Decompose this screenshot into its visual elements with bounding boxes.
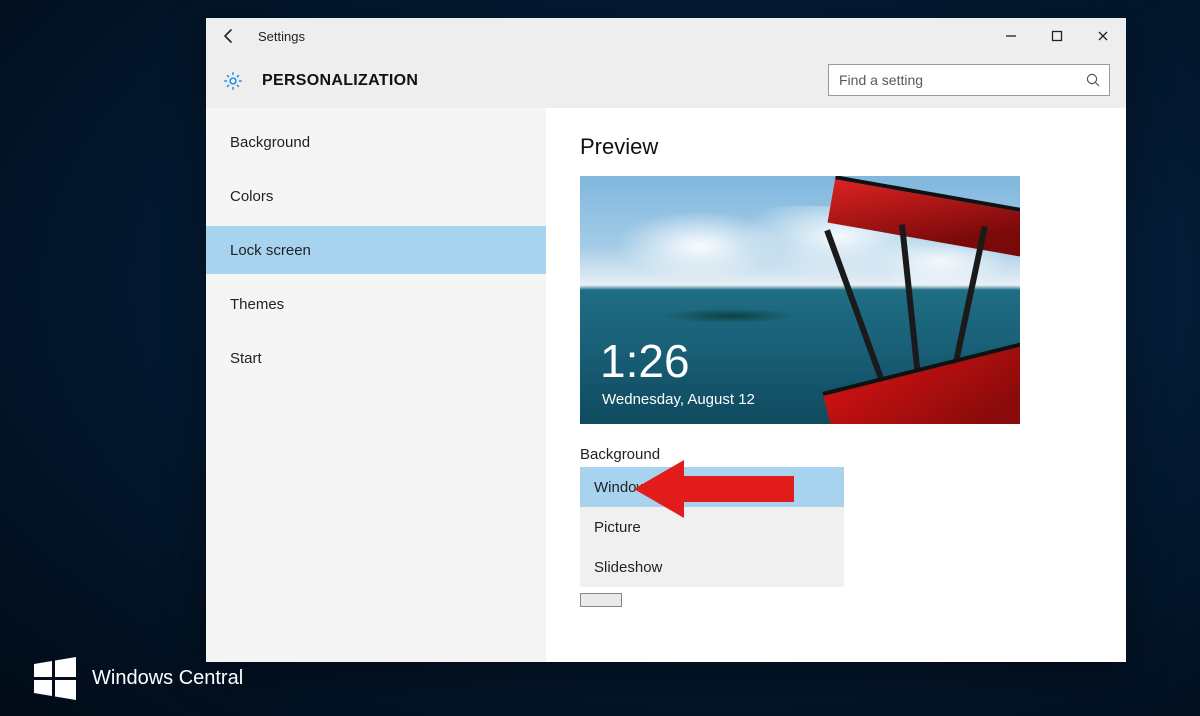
preview-date: Wednesday, August 12 — [602, 391, 755, 408]
maximize-button[interactable] — [1034, 18, 1080, 54]
sidebar-item-background[interactable]: Background — [206, 118, 546, 166]
sidebar-item-colors[interactable]: Colors — [206, 172, 546, 220]
sidebar: Background Colors Lock screen Themes Sta… — [206, 108, 546, 662]
watermark: Windows Central — [30, 654, 243, 702]
background-label: Background — [580, 446, 1092, 463]
settings-body: Background Colors Lock screen Themes Sta… — [206, 108, 1126, 662]
sidebar-item-label: Lock screen — [230, 242, 311, 259]
search-box[interactable] — [828, 64, 1110, 96]
header-row: PERSONALIZATION — [206, 54, 1126, 108]
main-content: Preview 1:26 Wednesday, August 12 Backgr… — [546, 108, 1126, 662]
background-option-slideshow[interactable]: Slideshow — [580, 547, 844, 587]
sidebar-item-label: Background — [230, 134, 310, 151]
gear-icon — [222, 70, 244, 92]
lock-screen-preview: 1:26 Wednesday, August 12 — [580, 176, 1020, 424]
option-label: Picture — [594, 519, 641, 536]
back-button[interactable] — [206, 18, 252, 54]
search-icon — [1085, 72, 1101, 88]
preview-time: 1:26 — [600, 338, 690, 384]
background-option-picture[interactable]: Picture — [580, 507, 844, 547]
search-input[interactable] — [839, 72, 1069, 88]
sidebar-item-start[interactable]: Start — [206, 334, 546, 382]
sidebar-item-label: Start — [230, 350, 262, 367]
partial-hidden-button[interactable] — [580, 593, 622, 607]
titlebar: Settings — [206, 18, 1126, 54]
sidebar-item-themes[interactable]: Themes — [206, 280, 546, 328]
preview-heading: Preview — [580, 134, 1092, 160]
sidebar-item-label: Colors — [230, 188, 273, 205]
section-title: PERSONALIZATION — [262, 72, 418, 90]
settings-window: Settings PERSONALIZATION — [206, 18, 1126, 662]
background-option-spotlight[interactable]: Windows spotlight — [580, 467, 844, 507]
minimize-button[interactable] — [988, 18, 1034, 54]
sidebar-item-label: Themes — [230, 296, 284, 313]
background-dropdown[interactable]: Windows spotlight Picture Slideshow — [580, 467, 844, 587]
window-controls — [988, 18, 1126, 54]
close-button[interactable] — [1080, 18, 1126, 54]
option-label: Windows spotlight — [594, 479, 715, 496]
windows-logo-icon — [30, 654, 78, 702]
watermark-text: Windows Central — [92, 667, 243, 690]
window-title: Settings — [258, 29, 305, 44]
sidebar-item-lock-screen[interactable]: Lock screen — [206, 226, 546, 274]
option-label: Slideshow — [594, 559, 662, 576]
